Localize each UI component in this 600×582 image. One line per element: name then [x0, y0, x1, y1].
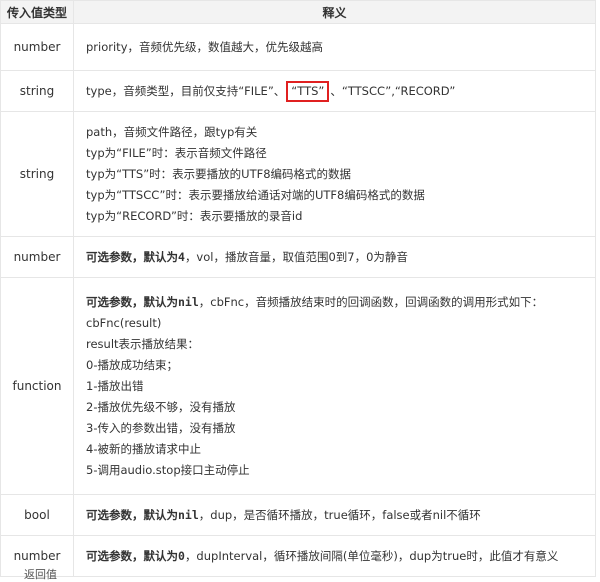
- row-desc: 可选参数，默认为nil，cbFnc，音频播放结束时的回调函数，回调函数的调用形式…: [74, 278, 596, 494]
- desc-text: ，vol，播放音量，取值范围0到7，0为静音: [184, 249, 408, 264]
- table-header: 传入值类型 释义: [0, 1, 596, 24]
- code-text: 4: [178, 249, 185, 264]
- table-row: function 可选参数，默认为nil，cbFnc，音频播放结束时的回调函数，…: [0, 278, 596, 495]
- desc-line: 1-播放出错: [86, 378, 144, 393]
- row-desc: path，音频文件路径，跟typ有关 typ为“FILE”时：表示音频文件路径 …: [74, 112, 596, 236]
- row-desc: 可选参数，默认为nil，dup，是否循环播放，true循环，false或者nil…: [74, 495, 596, 535]
- desc-line: 5-调用audio.stop接口主动停止: [86, 462, 250, 477]
- row-desc: 可选参数，默认为4，vol，播放音量，取值范围0到7，0为静音: [74, 237, 596, 277]
- header-desc: 释义: [74, 1, 596, 23]
- row-type: string: [0, 112, 74, 236]
- desc-line: 可选参数，默认为0，dupInterval，循环播放间隔(单位毫秒)，dup为t…: [86, 546, 595, 567]
- desc-line: cbFnc(result): [86, 315, 162, 330]
- row-type: function: [0, 278, 74, 494]
- desc-line: typ为“TTS”时：表示要播放的UTF8编码格式的数据: [86, 166, 352, 181]
- table-row: number priority，音频优先级，数值越大，优先级越高: [0, 24, 596, 71]
- desc-line: 0-播放成功结束；: [86, 357, 178, 372]
- desc-line: priority，音频优先级，数值越大，优先级越高: [86, 39, 323, 54]
- desc-text: ，dup，是否循环播放，true循环，false或者nil不循环: [198, 507, 481, 522]
- row-desc: type，音频类型，目前仅支持“FILE”、 “TTS” 、“TTSCC”,“REC…: [74, 71, 596, 111]
- desc-line: typ为“RECORD”时：表示要播放的录音id: [86, 208, 303, 223]
- header-type: 传入值类型: [0, 1, 74, 23]
- table-row: bool 可选参数，默认为nil，dup，是否循环播放，true循环，false…: [0, 495, 596, 536]
- table-row: string type，音频类型，目前仅支持“FILE”、 “TTS” 、“TTSC…: [0, 71, 596, 112]
- table-row: number 可选参数，默认为0，dupInterval，循环播放间隔(单位毫秒…: [0, 536, 596, 577]
- bold-text: 可选参数，默认为: [86, 507, 178, 522]
- code-text: nil: [178, 294, 199, 309]
- desc-line: 2-播放优先级不够，没有播放: [86, 399, 236, 414]
- highlight-box: “TTS”: [286, 80, 330, 102]
- desc-line: 可选参数，默认为nil，dup，是否循环播放，true循环，false或者nil…: [86, 505, 595, 526]
- row-type: number: [0, 24, 74, 70]
- desc-line: type，音频类型，目前仅支持“FILE”、 “TTS” 、“TTSCC”,“REC…: [86, 80, 595, 102]
- bold-text: 可选参数，默认为: [86, 249, 178, 264]
- desc-line: typ为“TTSCC”时：表示要播放给通话对端的UTF8编码格式的数据: [86, 187, 425, 202]
- desc-line: 可选参数，默认为nil，cbFnc，音频播放结束时的回调函数，回调函数的调用形式…: [86, 292, 595, 313]
- row-desc: priority，音频优先级，数值越大，优先级越高: [74, 24, 596, 70]
- desc-text: ，dupInterval，循环播放间隔(单位毫秒)，dup为true时，此值才有…: [184, 548, 559, 563]
- table-row: string path，音频文件路径，跟typ有关 typ为“FILE”时：表示…: [0, 112, 596, 237]
- desc-line: 3-传入的参数出错，没有播放: [86, 420, 236, 435]
- desc-line: 可选参数，默认为4，vol，播放音量，取值范围0到7，0为静音: [86, 247, 595, 268]
- row-type: string: [0, 71, 74, 111]
- desc-text: ，cbFnc，音频播放结束时的回调函数，回调函数的调用形式如下：: [198, 294, 544, 309]
- bold-text: 可选参数，默认为: [86, 548, 178, 563]
- code-text: nil: [178, 507, 199, 522]
- bold-text: 可选参数，默认为: [86, 294, 178, 309]
- desc-text: type，音频类型，目前仅支持“FILE”、: [86, 83, 286, 98]
- row-type: number: [0, 237, 74, 277]
- desc-line: typ为“FILE”时：表示音频文件路径: [86, 145, 267, 160]
- param-table: 传入值类型 释义 number priority，音频优先级，数值越大，优先级越…: [0, 0, 596, 577]
- row-type: bool: [0, 495, 74, 535]
- desc-line: result表示播放结果：: [86, 336, 200, 351]
- code-text: 0: [178, 548, 185, 563]
- section-heading-returns: 返回值: [24, 568, 57, 581]
- table-row: number 可选参数，默认为4，vol，播放音量，取值范围0到7，0为静音: [0, 237, 596, 278]
- desc-line: path，音频文件路径，跟typ有关: [86, 124, 258, 139]
- desc-line: 4-被新的播放请求中止: [86, 441, 201, 456]
- row-desc: 可选参数，默认为0，dupInterval，循环播放间隔(单位毫秒)，dup为t…: [74, 536, 596, 576]
- desc-text: 、“TTSCC”,“RECORD”: [330, 83, 456, 98]
